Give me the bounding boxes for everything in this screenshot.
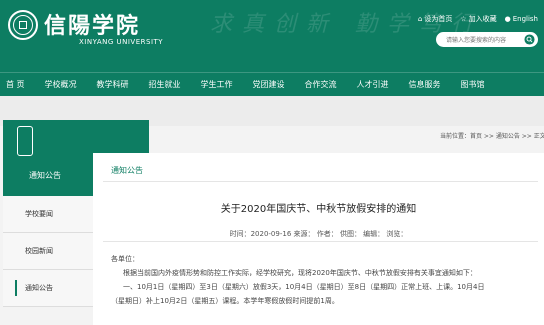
- nav-item-cooperation[interactable]: 合作交流: [305, 79, 337, 90]
- add-favorite-link[interactable]: ☆ 加入收藏: [460, 14, 496, 24]
- divider: [103, 181, 538, 182]
- divider: [103, 241, 538, 242]
- sidebar-item-campus-news[interactable]: 校园新闻: [3, 233, 93, 270]
- university-name-cn[interactable]: 信陽学院: [44, 8, 140, 40]
- content-tab: 通知公告: [111, 166, 143, 175]
- university-name-en: XINYANG UNIVERSITY: [79, 38, 164, 46]
- sidebar-item-notices[interactable]: 通知公告: [3, 270, 93, 307]
- site-header: 求真创新 勤学笃行 信陽学院 XINYANG UNIVERSITY ⌂ 设为首页 …: [0, 0, 544, 72]
- nav-item-library[interactable]: 图书馆: [461, 79, 485, 90]
- nav-item-home[interactable]: 首 页: [6, 79, 25, 90]
- article-paragraph: （星期日）补上10月2日（星期五）课程。本学年寒假放假时间提前1周。: [111, 297, 339, 305]
- home-icon: ⌂: [417, 15, 423, 23]
- nav-item-talent[interactable]: 人才引进: [357, 79, 389, 90]
- nav-item-about[interactable]: 学校概况: [45, 79, 77, 90]
- sidebar-menu: 学校要闻 校园新闻 通知公告: [3, 196, 93, 307]
- nav-item-student-work[interactable]: 学生工作: [201, 79, 233, 90]
- nav-item-party[interactable]: 党团建设: [253, 79, 285, 90]
- nav-item-teaching[interactable]: 教学科研: [97, 79, 129, 90]
- globe-icon: ●: [504, 15, 511, 23]
- article-greeting: 各单位：: [111, 255, 139, 263]
- search-input[interactable]: 请输入您要搜索的内容: [436, 32, 538, 47]
- search-placeholder: 请输入您要搜索的内容: [446, 37, 507, 44]
- nav-item-admissions[interactable]: 招生就业: [149, 79, 181, 90]
- set-homepage-link[interactable]: ⌂ 设为首页: [418, 14, 452, 24]
- article-paragraph: 根据当前国内外疫情形势和防控工作实际，经学校研究，现将2020年国庆节、中秋节放…: [123, 269, 477, 277]
- main-nav: 首 页 学校概况 教学科研 招生就业 学生工作 党团建设 合作交流 人才引进 信…: [0, 72, 544, 96]
- top-links: ⌂ 设为首页 ☆ 加入收藏 ● English: [418, 14, 538, 24]
- university-seal-logo[interactable]: [8, 10, 38, 40]
- sidebar-title: 通知公告: [29, 171, 61, 180]
- article-meta: 时间：2020-09-16 来源： 作者： 供图： 编辑： 浏览：: [229, 230, 408, 238]
- article-panel: 通知公告 关于2020年国庆节、中秋节放假安排的通知 时间：2020-09-16…: [93, 153, 544, 325]
- star-icon: ☆: [460, 15, 467, 23]
- breadcrumb[interactable]: 当前位置：首页 >> 通知公告 >> 正文: [440, 131, 544, 140]
- article-paragraph: 一、10月1日（星期四）至3日（星期六）放假3天，10月4日（星期日）至8日（星…: [123, 283, 485, 291]
- search-icon[interactable]: [524, 34, 535, 45]
- seal-emblem-icon: [17, 126, 33, 156]
- sidebar-item-school-news[interactable]: 学校要闻: [3, 196, 93, 233]
- english-link[interactable]: ● English: [505, 14, 538, 24]
- article-title: 关于2020年国庆节、中秋节放假安排的通知: [220, 204, 417, 215]
- nav-item-info[interactable]: 信息服务: [409, 79, 441, 90]
